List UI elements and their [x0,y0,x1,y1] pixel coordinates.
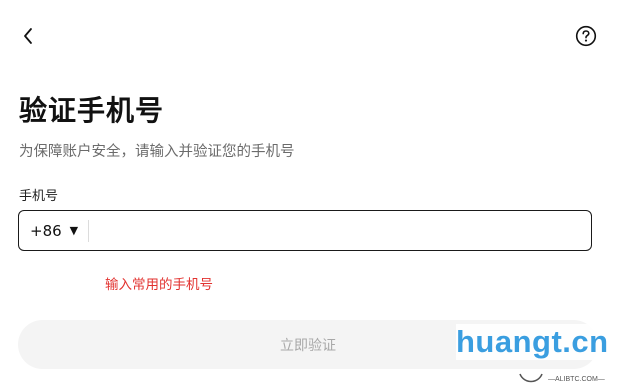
watermark-text: huangt.cn [456,324,609,360]
page-title: 验证手机号 [19,94,165,127]
country-code-select[interactable]: +86 ▼ [19,211,88,250]
watermark-logo-icon [519,373,543,383]
back-button[interactable] [14,22,42,50]
phone-label: 手机号 [19,189,59,204]
question-circle-icon [575,25,597,47]
caret-down-icon: ▼ [69,224,79,237]
phone-error-message: 输入常用的手机号 [105,277,213,293]
country-code-value: +86 [30,221,62,240]
watermark-subtext: —ALIBTC.COM— [548,376,605,383]
phone-field: +86 ▼ [18,210,592,251]
page-subtitle: 为保障账户安全，请输入并验证您的手机号 [19,144,295,160]
phone-input[interactable] [89,211,591,250]
chevron-left-icon [24,28,32,44]
help-button[interactable] [574,24,598,48]
